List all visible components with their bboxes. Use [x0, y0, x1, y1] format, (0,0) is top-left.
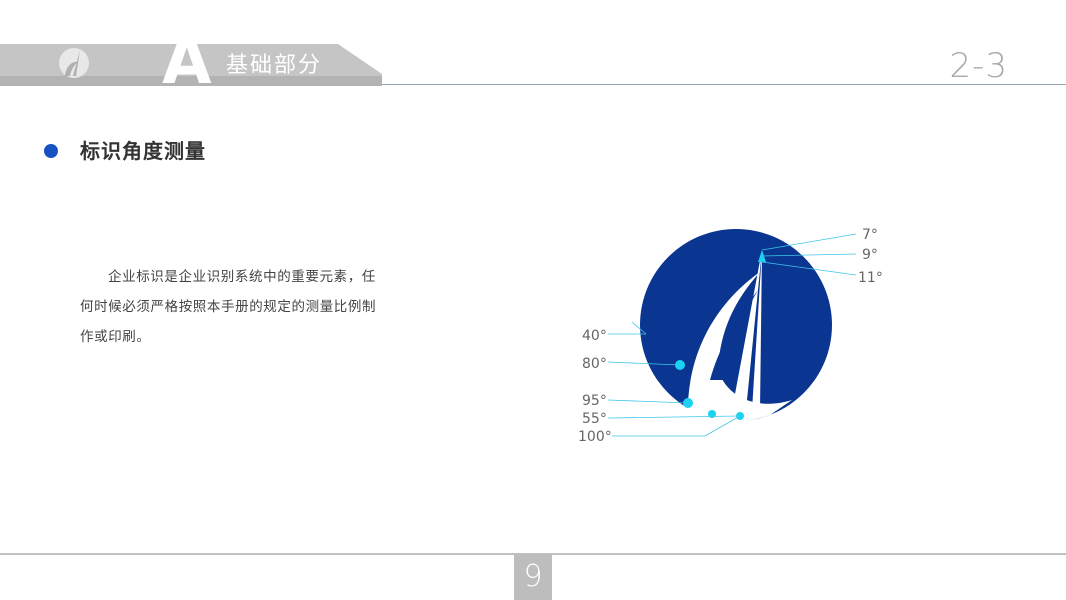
- angle-label-left: 100°: [578, 429, 612, 445]
- angle-label-right: 9°: [862, 247, 878, 263]
- header-logo-icon: [59, 48, 89, 78]
- angle-label-right: 7°: [862, 227, 878, 243]
- page-number: 9: [514, 554, 552, 600]
- body-text: 企业标识是企业识别系统中的重要元素，任何时候必须严格按照本手册的规定的测量比例制…: [80, 269, 377, 345]
- section-heading: 标识角度测量: [80, 139, 206, 163]
- angle-label-left: 80°: [582, 356, 607, 372]
- angle-label-left: 40°: [582, 328, 607, 344]
- angle-label-left: 95°: [582, 393, 607, 409]
- bullet-dot: [44, 144, 58, 158]
- angle-label-right: 11°: [858, 270, 883, 286]
- angle-label-left: 55°: [582, 411, 607, 427]
- section-letter: A: [162, 25, 212, 99]
- logo-angle-diagram: 7° 9° 11° 40° 80° 95° 55° 100°: [578, 227, 883, 445]
- page-code: 2-3: [949, 46, 1008, 86]
- section-title: 基础部分: [226, 53, 323, 78]
